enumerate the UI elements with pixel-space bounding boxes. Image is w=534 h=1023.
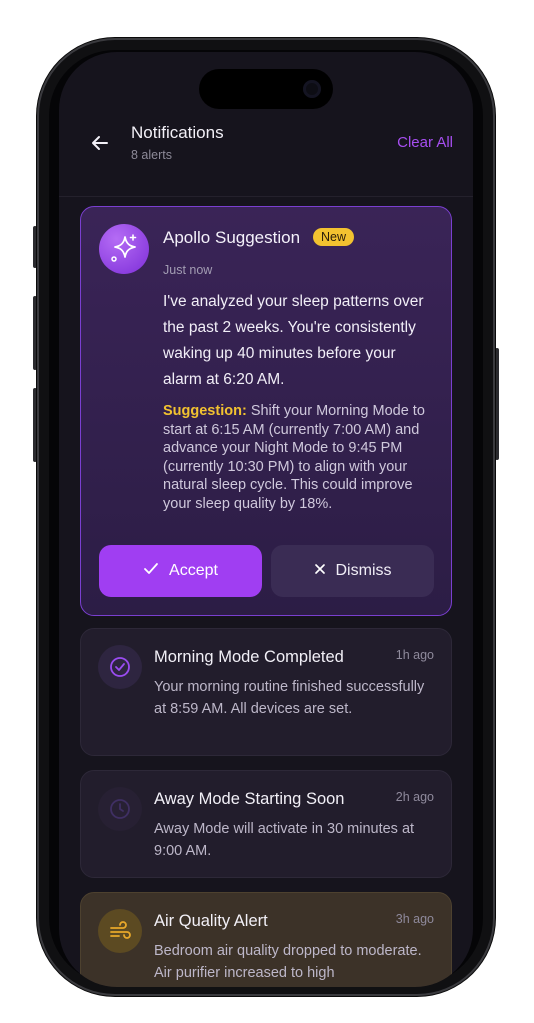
notification-card[interactable]: Morning Mode Completed 1h ago Your morni…	[80, 628, 452, 756]
dismiss-button[interactable]: Dismiss	[271, 545, 434, 597]
check-icon	[143, 562, 159, 581]
notification-card[interactable]: Away Mode Starting Soon 2h ago Away Mode…	[80, 770, 452, 878]
notification-time: 3h ago	[395, 912, 434, 926]
notification-title: Air Quality Alert	[154, 912, 268, 930]
accept-label: Accept	[169, 562, 218, 579]
wind-icon	[98, 909, 142, 953]
apollo-suggestion-card: Apollo Suggestion New Just now I've anal…	[80, 206, 452, 616]
suggestion-body: Shift your Morning Mode to start at 6:15…	[163, 403, 425, 512]
notification-time: 1h ago	[395, 648, 434, 662]
apollo-timestamp: Just now	[163, 263, 213, 277]
power-button	[495, 348, 499, 460]
new-badge: New	[313, 228, 355, 246]
clear-all-button[interactable]: Clear All	[397, 134, 453, 151]
back-arrow-icon[interactable]	[89, 132, 111, 154]
clock-icon	[98, 787, 142, 831]
apollo-message: I've analyzed your sleep patterns over t…	[163, 293, 424, 388]
notification-body: Away Mode will activate in 30 minutes at…	[154, 821, 415, 859]
screen: Notifications 8 alerts Clear All Apollo …	[59, 52, 473, 987]
close-icon	[314, 562, 326, 580]
apollo-title: Apollo Suggestion	[163, 228, 301, 247]
notification-card[interactable]: Air Quality Alert 3h ago Bedroom air qua…	[80, 892, 452, 987]
suggestion-label: Suggestion:	[163, 403, 247, 419]
notification-time: 2h ago	[395, 790, 434, 804]
header: Notifications 8 alerts Clear All	[59, 112, 473, 197]
notification-title: Away Mode Starting Soon	[154, 790, 345, 808]
notification-body: Your morning routine finished successful…	[154, 679, 425, 717]
camera-icon	[303, 80, 321, 98]
accept-button[interactable]: Accept	[99, 545, 262, 597]
dismiss-label: Dismiss	[335, 562, 392, 579]
check-circle-icon	[98, 645, 142, 689]
dynamic-island	[199, 69, 333, 109]
sparkle-icon	[99, 224, 149, 274]
notification-body: Bedroom air quality dropped to moderate.…	[154, 943, 422, 981]
page-title: Notifications	[131, 123, 224, 142]
suggestion-text: Suggestion: Shift your Morning Mode to s…	[163, 402, 438, 514]
alert-count: 8 alerts	[131, 148, 172, 162]
notification-title: Morning Mode Completed	[154, 648, 344, 666]
